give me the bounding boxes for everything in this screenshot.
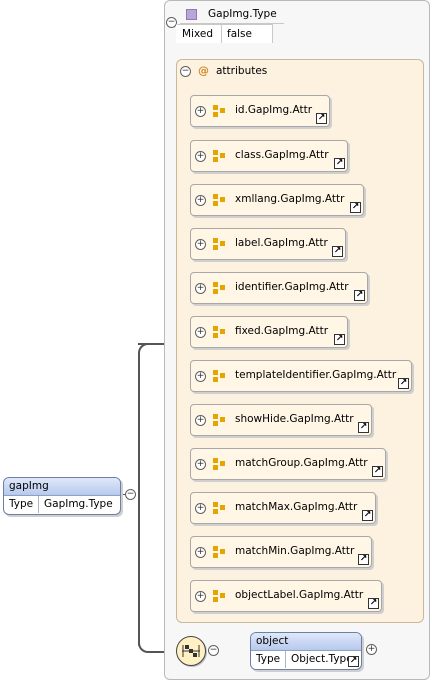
attribute-group-icon xyxy=(213,590,225,602)
expand-attribute-toggle[interactable]: + xyxy=(195,283,206,294)
expand-object-toggle[interactable]: + xyxy=(366,644,377,655)
attribute-item[interactable]: + matchGroup.GapImg.Attr ↗ xyxy=(190,448,386,480)
attribute-group-icon xyxy=(213,546,225,558)
collapse-sequence-toggle[interactable]: − xyxy=(208,645,219,656)
sequence-icon xyxy=(182,645,200,657)
attributes-label: attributes xyxy=(216,65,268,77)
attribute-group-icon xyxy=(213,370,225,382)
object-link-icon[interactable]: ↗ xyxy=(348,656,359,667)
attribute-link-icon[interactable]: ↗ xyxy=(354,290,365,301)
attribute-name: showHide.GapImg.Attr xyxy=(235,413,354,425)
collapse-root-toggle[interactable]: − xyxy=(125,489,136,500)
attribute-item[interactable]: + identifier.GapImg.Attr ↗ xyxy=(190,272,368,304)
attribute-item[interactable]: + showHide.GapImg.Attr ↗ xyxy=(190,404,372,436)
attribute-group-icon xyxy=(213,194,225,206)
attribute-link-icon[interactable]: ↗ xyxy=(358,554,369,565)
attribute-group-icon xyxy=(213,326,225,338)
attribute-link-icon[interactable]: ↗ xyxy=(332,246,343,257)
expand-attribute-toggle[interactable]: + xyxy=(195,591,206,602)
attribute-name: identifier.GapImg.Attr xyxy=(235,281,349,293)
mixed-value: false xyxy=(227,28,252,40)
attribute-name: class.GapImg.Attr xyxy=(235,149,329,161)
attributes-header: − @ attributes xyxy=(178,62,298,80)
attribute-item[interactable]: + xmllang.GapImg.Attr ↗ xyxy=(190,184,364,216)
root-type-value: GapImg.Type xyxy=(44,498,113,510)
attribute-link-icon[interactable]: ↗ xyxy=(362,510,373,521)
attribute-name: matchMax.GapImg.Attr xyxy=(235,501,358,513)
expand-attribute-toggle[interactable]: + xyxy=(195,151,206,162)
attribute-item[interactable]: + fixed.GapImg.Attr ↗ xyxy=(190,316,348,348)
attribute-name: templateIdentifier.GapImg.Attr xyxy=(235,369,397,381)
attribute-item[interactable]: + objectLabel.GapImg.Attr ↗ xyxy=(190,580,382,612)
object-type-separator xyxy=(285,651,286,668)
attribute-item[interactable]: + templateIdentifier.GapImg.Attr ↗ xyxy=(190,360,412,392)
attribute-item[interactable]: + id.GapImg.Attr ↗ xyxy=(190,95,330,127)
mixed-label: Mixed xyxy=(182,28,213,40)
attribute-name: matchGroup.GapImg.Attr xyxy=(235,457,368,469)
attribute-item[interactable]: + matchMin.GapImg.Attr ↗ xyxy=(190,536,372,568)
expand-attribute-toggle[interactable]: + xyxy=(195,547,206,558)
attribute-group-icon xyxy=(213,150,225,162)
attribute-name: id.GapImg.Attr xyxy=(235,104,313,116)
attribute-group-icon xyxy=(213,502,225,514)
attribute-group-icon xyxy=(213,238,225,250)
attribute-item[interactable]: + class.GapImg.Attr ↗ xyxy=(190,140,348,172)
attribute-at-icon: @ xyxy=(198,64,209,77)
attribute-item[interactable]: + label.GapImg.Attr ↗ xyxy=(190,228,346,260)
attribute-item[interactable]: + matchMax.GapImg.Attr ↗ xyxy=(190,492,376,524)
attribute-link-icon[interactable]: ↗ xyxy=(334,158,345,169)
expand-attribute-toggle[interactable]: + xyxy=(195,371,206,382)
expand-attribute-toggle[interactable]: + xyxy=(195,415,206,426)
attribute-link-icon[interactable]: ↗ xyxy=(358,422,369,433)
type-title: GapImg.Type xyxy=(208,8,277,20)
root-element-name: gapImg xyxy=(4,478,120,496)
attribute-name: fixed.GapImg.Attr xyxy=(235,325,329,337)
object-type-label: Type xyxy=(256,653,281,665)
attribute-link-icon[interactable]: ↗ xyxy=(316,113,327,124)
attribute-link-icon[interactable]: ↗ xyxy=(334,334,345,345)
complex-type-icon xyxy=(186,9,197,20)
object-type-value: Object.Type xyxy=(291,653,353,665)
object-element-type-row: Type Object.Type xyxy=(251,651,361,668)
mixed-separator xyxy=(221,25,222,43)
attribute-group-icon xyxy=(213,458,225,470)
attribute-name: matchMin.GapImg.Attr xyxy=(235,545,355,557)
attribute-link-icon[interactable]: ↗ xyxy=(398,378,409,389)
expand-attribute-toggle[interactable]: + xyxy=(195,195,206,206)
expand-attribute-toggle[interactable]: + xyxy=(195,459,206,470)
expand-attribute-toggle[interactable]: + xyxy=(195,106,206,117)
expand-attribute-toggle[interactable]: + xyxy=(195,327,206,338)
attribute-name: label.GapImg.Attr xyxy=(235,237,328,249)
attribute-name: xmllang.GapImg.Attr xyxy=(235,193,345,205)
expand-attribute-toggle[interactable]: + xyxy=(195,503,206,514)
object-element-box[interactable]: object Type Object.Type ↗ xyxy=(250,632,362,670)
attribute-group-icon xyxy=(213,414,225,426)
sequence-compositor[interactable] xyxy=(176,636,206,666)
attribute-link-icon[interactable]: ↗ xyxy=(368,598,379,609)
collapse-attributes-toggle[interactable]: − xyxy=(180,66,191,77)
attribute-group-icon xyxy=(213,282,225,294)
root-type-label: Type xyxy=(9,498,34,510)
attribute-name: objectLabel.GapImg.Attr xyxy=(235,589,364,601)
attribute-link-icon[interactable]: ↗ xyxy=(350,202,361,213)
root-type-separator xyxy=(38,496,39,513)
object-element-name: object xyxy=(251,633,361,651)
mixed-property-row: Mixed false xyxy=(176,24,273,43)
expand-attribute-toggle[interactable]: + xyxy=(195,239,206,250)
root-element-box[interactable]: gapImg Type GapImg.Type xyxy=(3,477,121,515)
root-element-type-row: Type GapImg.Type xyxy=(4,496,120,513)
attribute-link-icon[interactable]: ↗ xyxy=(372,466,383,477)
connector-vertical xyxy=(138,352,140,646)
attribute-group-icon xyxy=(213,105,225,117)
